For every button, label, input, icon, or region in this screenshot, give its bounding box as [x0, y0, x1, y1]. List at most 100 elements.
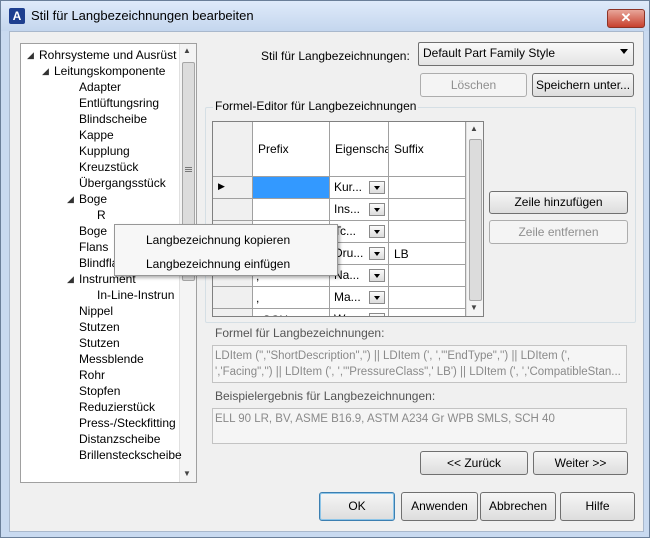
tree-item-label: R — [97, 208, 106, 222]
remove-row-button[interactable]: Zeile entfernen — [489, 220, 628, 244]
tree-item-label: Brillensteckscheibe — [79, 448, 182, 462]
tree-item-label: Messblende — [79, 352, 144, 366]
formula-text: LDItem (","ShortDescription",") || LDIte… — [212, 345, 627, 383]
tree-item[interactable]: Nippel — [79, 303, 113, 319]
tree-item-label: Rohrsysteme und Ausrüst — [39, 48, 177, 62]
tree-item[interactable]: In-Line-Instrun — [97, 287, 174, 303]
chevron-down-icon[interactable] — [369, 313, 385, 316]
close-button[interactable]: ✕ — [607, 9, 645, 28]
property-cell[interactable]: Ma... — [330, 287, 389, 309]
tree-item[interactable]: Messblende — [79, 351, 144, 367]
context-menu: Langbezeichnung kopieren Langbezeichnung… — [114, 224, 338, 276]
tree-item[interactable]: Kappe — [79, 127, 114, 143]
tree-item[interactable]: Stopfen — [79, 383, 120, 399]
formula-line-1: LDItem (","ShortDescription",") || LDIte… — [215, 350, 571, 362]
tree-item[interactable]: Blindscheibe — [79, 111, 147, 127]
tree-item[interactable]: Flans — [79, 239, 108, 255]
tree-item[interactable]: ◢ Leitungskomponente — [42, 63, 165, 79]
ok-button[interactable]: OK — [319, 492, 395, 521]
tree-item-label: Flans — [79, 240, 109, 254]
grid-scroll-thumb[interactable] — [469, 139, 482, 301]
chevron-down-icon[interactable] — [369, 247, 385, 260]
scroll-down-icon[interactable]: ▼ — [183, 469, 191, 478]
grid-scroll-up-icon[interactable]: ▲ — [470, 124, 478, 133]
style-dropdown-value: Default Part Family Style — [423, 46, 556, 60]
column-header[interactable]: Eigenscha — [330, 122, 389, 177]
style-dropdown[interactable]: Default Part Family Style — [418, 42, 634, 66]
column-header[interactable]: Prefix — [253, 122, 330, 177]
tree-item[interactable]: Kreuzstück — [79, 159, 138, 175]
tree-item[interactable]: Brillensteckscheibe — [79, 447, 182, 463]
column-header[interactable]: Suffix — [389, 122, 466, 177]
row-header[interactable] — [213, 199, 253, 221]
tree-item[interactable]: Distanzscheibe — [79, 431, 160, 447]
example-text: ELL 90 LR, BV, ASME B16.9, ASTM A234 Gr … — [212, 408, 627, 444]
tree-item[interactable]: Rohr — [79, 367, 105, 383]
save-as-button[interactable]: Speichern unter... — [532, 73, 634, 97]
property-cell[interactable]: Ins... — [330, 199, 389, 221]
delete-button[interactable]: Löschen — [420, 73, 527, 97]
grid-scrollbar[interactable]: ▲ ▼ — [466, 122, 483, 316]
tree-item-label: Stutzen — [79, 336, 120, 350]
tree-item[interactable]: Adapter — [79, 79, 121, 95]
prefix-cell[interactable] — [253, 177, 330, 199]
prefix-cell[interactable] — [253, 199, 330, 221]
tree-item[interactable]: Reduzierstück — [79, 399, 155, 415]
scroll-up-icon[interactable]: ▲ — [183, 46, 191, 55]
menu-item-copy[interactable]: Langbezeichnung kopieren — [146, 230, 290, 250]
tree-item[interactable]: Press-/Steckfitting — [79, 415, 176, 431]
property-cell[interactable]: Wa... — [330, 309, 389, 316]
tree-item[interactable]: Stutzen — [79, 335, 120, 351]
chevron-down-icon[interactable] — [369, 291, 385, 304]
suffix-cell[interactable] — [389, 265, 466, 287]
tree-item[interactable]: ◢ Boge — [67, 191, 107, 207]
suffix-cell[interactable] — [389, 199, 466, 221]
expand-arrow-icon[interactable]: ◢ — [67, 271, 74, 287]
row-header[interactable]: ▶ — [213, 177, 253, 199]
help-button[interactable]: Hilfe — [560, 492, 635, 521]
suffix-cell[interactable] — [389, 309, 466, 316]
suffix-cell[interactable] — [389, 221, 466, 243]
example-value: ELL 90 LR, BV, ASME B16.9, ASTM A234 Gr … — [215, 413, 555, 425]
tree-item[interactable]: Kupplung — [79, 143, 130, 159]
grid-scroll-down-icon[interactable]: ▼ — [470, 303, 478, 312]
prefix-cell[interactable]: , SCH — [253, 309, 330, 316]
next-button[interactable]: Weiter >> — [533, 451, 628, 475]
property-cell[interactable]: Tc... — [330, 221, 389, 243]
back-button[interactable]: << Zurück — [420, 451, 528, 475]
expand-arrow-icon[interactable]: ◢ — [27, 47, 34, 63]
title-bar[interactable]: A Stil für Langbezeichnungen bearbeiten … — [1, 1, 649, 31]
add-row-button[interactable]: Zeile hinzufügen — [489, 191, 628, 214]
suffix-cell[interactable]: LB — [389, 243, 466, 265]
suffix-cell[interactable] — [389, 287, 466, 309]
apply-button[interactable]: Anwenden — [401, 492, 478, 521]
menu-item-paste[interactable]: Langbezeichnung einfügen — [146, 254, 290, 274]
cancel-button[interactable]: Abbrechen — [480, 492, 556, 521]
tree-item[interactable]: Stutzen — [79, 319, 120, 335]
tree-item-label: Press-/Steckfitting — [79, 416, 176, 430]
chevron-down-icon[interactable] — [369, 181, 385, 194]
row-header[interactable] — [213, 287, 253, 309]
expand-arrow-icon[interactable]: ◢ — [67, 191, 74, 207]
tree-item[interactable]: Boge — [79, 223, 107, 239]
tree-item[interactable]: Übergangsstück — [79, 175, 166, 191]
chevron-down-icon[interactable] — [369, 203, 385, 216]
property-cell[interactable]: Dru... — [330, 243, 389, 265]
property-cell-value: Wa... — [334, 312, 362, 316]
expand-arrow-icon[interactable]: ◢ — [42, 63, 49, 79]
property-cell[interactable]: Na... — [330, 265, 389, 287]
prefix-cell[interactable]: , — [253, 287, 330, 309]
suffix-cell[interactable] — [389, 177, 466, 199]
tree-item[interactable]: ◢ Rohrsysteme und Ausrüst — [27, 47, 177, 63]
example-label: Beispielergebnis für Langbezeichnungen: — [215, 389, 436, 403]
tree-item-label: Blindscheibe — [79, 112, 148, 126]
chevron-down-icon — [620, 49, 628, 54]
property-cell-value: Dru... — [334, 246, 364, 260]
row-header[interactable] — [213, 309, 253, 316]
property-cell[interactable]: Kur... — [330, 177, 389, 199]
chevron-down-icon[interactable] — [369, 269, 385, 282]
formula-grid[interactable]: Wa..., SCHMa...,Na...,LBDru...,Tc...Ins.… — [212, 121, 484, 317]
tree-item[interactable]: Entlüftungsring — [79, 95, 159, 111]
tree-item[interactable]: R — [97, 207, 106, 223]
chevron-down-icon[interactable] — [369, 225, 385, 238]
